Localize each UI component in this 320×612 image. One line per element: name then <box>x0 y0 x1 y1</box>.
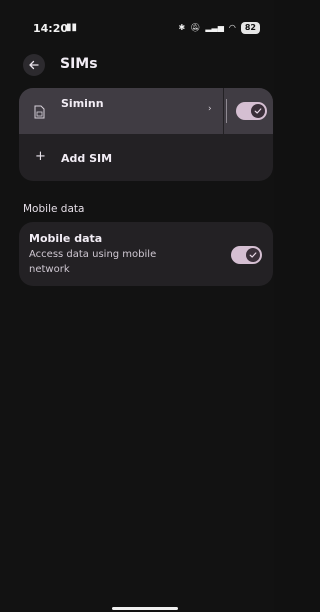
add-sim-label: Add SIM <box>61 152 113 165</box>
status-bar: 14:20 ▮▮ ✱ 🔕︎ ▂▃▅ ◠ 82 <box>0 0 274 35</box>
bluetooth-icon: ✱ <box>178 23 186 32</box>
status-time: 14:20 <box>33 22 69 35</box>
home-indicator[interactable] <box>112 607 178 610</box>
sim-item-siminn[interactable]: Siminn › <box>19 88 223 134</box>
back-button[interactable] <box>23 54 45 76</box>
signal-icon: ▂▃▅ <box>205 23 224 32</box>
toggle-knob <box>251 104 265 118</box>
wifi-icon: ◠ <box>228 23 236 32</box>
divider <box>226 99 227 123</box>
mute-icon: 🔕︎ <box>190 23 201 32</box>
sim-toggle-area <box>224 88 273 134</box>
status-icons: ✱ 🔕︎ ▂▃▅ ◠ 82 <box>179 22 260 34</box>
section-header-mobile-data: Mobile data <box>23 203 85 215</box>
sim-label: Siminn <box>61 97 104 110</box>
check-icon <box>249 252 257 258</box>
notification-icon: ▮▮ <box>66 22 78 33</box>
chevron-right-icon: › <box>208 104 212 114</box>
battery-indicator: 82 <box>240 22 260 34</box>
sim-list-card: Siminn › + Add SIM <box>19 88 273 181</box>
toggle-knob <box>246 248 260 262</box>
sim-card-icon <box>34 105 45 119</box>
header: SIMs <box>0 50 274 82</box>
plus-icon: + <box>35 149 46 164</box>
page-title: SIMs <box>60 56 98 72</box>
mobile-data-row[interactable]: Mobile data Access data using mobile net… <box>19 222 273 286</box>
mobile-data-toggle[interactable] <box>231 246 262 264</box>
mobile-data-title: Mobile data <box>29 232 103 245</box>
add-sim-button[interactable]: + Add SIM <box>19 138 273 180</box>
sim-toggle[interactable] <box>236 102 267 120</box>
check-icon <box>254 108 262 114</box>
mobile-data-subtitle: Access data using mobile network <box>29 249 157 275</box>
sims-screen: 14:20 ▮▮ ✱ 🔕︎ ▂▃▅ ◠ 82 SIMs Siminn › + A… <box>0 0 274 612</box>
back-arrow-icon <box>29 60 39 70</box>
